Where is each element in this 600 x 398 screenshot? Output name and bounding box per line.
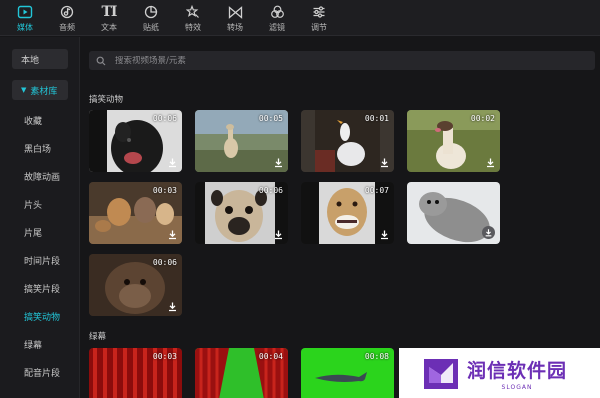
sidebar-item-funny-animals[interactable]: 搞笑动物: [24, 310, 60, 323]
tab-audio[interactable]: 音频: [46, 0, 88, 36]
sidebar-item-time-clips[interactable]: 时间片段: [24, 254, 60, 267]
download-icon[interactable]: [167, 229, 178, 240]
download-icon[interactable]: [485, 157, 496, 168]
download-icon[interactable]: [167, 301, 178, 312]
clip-thumbnail[interactable]: 00:05: [195, 110, 288, 172]
clip-thumbnail[interactable]: 00:01: [301, 110, 394, 172]
tab-transition-label: 转场: [227, 23, 243, 32]
text-icon: TI: [101, 4, 118, 20]
section-title-funny-animals: 搞笑动物: [89, 95, 124, 105]
clip-thumbnail[interactable]: 00:02: [407, 110, 500, 172]
clip-duration: 00:03: [152, 352, 177, 361]
clip-duration: 00:07: [364, 186, 389, 195]
search-input[interactable]: [115, 55, 575, 66]
sidebar-item-voiceover[interactable]: 配音片段: [24, 366, 60, 379]
sidebar-item-intro[interactable]: 片头: [24, 198, 42, 211]
download-icon[interactable]: [273, 157, 284, 168]
adjust-icon: [312, 3, 326, 21]
sidebar-item-favorites[interactable]: 收藏: [24, 114, 42, 127]
logo-icon: [424, 359, 458, 389]
clip-thumbnail[interactable]: 00:06: [89, 110, 182, 172]
download-icon[interactable]: [379, 229, 390, 240]
sticker-icon: [144, 3, 158, 21]
tab-filter-label: 滤镜: [269, 23, 285, 32]
sidebar-library-button[interactable]: ▼ 素材库: [12, 80, 68, 100]
clip-thumbnail[interactable]: 00:03: [89, 348, 182, 398]
clip-duration: 00:02: [470, 114, 495, 123]
tab-transition[interactable]: 转场: [214, 0, 256, 36]
transition-icon: [228, 3, 243, 21]
clip-duration: 00:06: [258, 186, 283, 195]
clip-thumbnail[interactable]: 00:06: [195, 182, 288, 244]
tab-sticker-label: 贴纸: [143, 23, 159, 32]
tab-effects[interactable]: 特效: [172, 0, 214, 36]
sidebar-item-funny-clips[interactable]: 搞笑片段: [24, 282, 60, 295]
tab-adjust-label: 调节: [311, 23, 327, 32]
tab-audio-label: 音频: [59, 23, 75, 32]
clip-duration: 00:05: [258, 114, 283, 123]
download-icon[interactable]: [167, 157, 178, 168]
filter-icon: [270, 3, 285, 21]
tab-text-label: 文本: [101, 23, 117, 32]
sidebar-local-label: 本地: [21, 55, 40, 66]
sidebar-local-button[interactable]: 本地: [12, 49, 68, 69]
tab-text[interactable]: TI 文本: [88, 0, 130, 36]
clip-duration: 00:04: [258, 352, 283, 361]
clip-thumbnail[interactable]: 00:06: [89, 254, 182, 316]
tab-filter[interactable]: 滤镜: [256, 0, 298, 36]
download-icon[interactable]: [379, 157, 390, 168]
search-bar[interactable]: [89, 51, 595, 70]
audio-icon: [60, 3, 74, 21]
clip-thumbnail[interactable]: 00:04: [195, 348, 288, 398]
download-icon[interactable]: [482, 226, 495, 239]
top-toolbar: 媒体 音频 TI 文本 贴纸 特效 转场 滤镜 调节: [0, 0, 600, 36]
clip-duration: 00:08: [364, 352, 389, 361]
watermark: 润信软件园 SLOGAN: [399, 348, 600, 398]
clip-thumbnail[interactable]: [407, 182, 500, 244]
clip-duration: 00:01: [364, 114, 389, 123]
effects-icon: [186, 3, 200, 21]
sidebar-item-glitch[interactable]: 故障动画: [24, 170, 60, 183]
tab-effects-label: 特效: [185, 23, 201, 32]
clip-duration: 00:06: [152, 258, 177, 267]
caret-down-icon: ▼: [21, 86, 27, 94]
tab-media[interactable]: 媒体: [4, 0, 46, 36]
sidebar-item-outro[interactable]: 片尾: [24, 226, 42, 239]
watermark-slogan: SLOGAN: [501, 383, 533, 391]
clip-thumbnail[interactable]: 00:07: [301, 182, 394, 244]
sidebar-library-label: 素材库: [30, 86, 58, 97]
sidebar-item-green-screen[interactable]: 绿幕: [24, 338, 42, 351]
tab-adjust[interactable]: 调节: [298, 0, 340, 36]
sidebar: 本地 ▼ 素材库 收藏 黑白场 故障动画 片头 片尾 时间片段 搞笑片段 搞笑动…: [0, 37, 80, 398]
tab-media-label: 媒体: [17, 23, 33, 32]
sidebar-item-black-white[interactable]: 黑白场: [24, 142, 51, 155]
section-title-green-screen: 绿幕: [89, 332, 107, 342]
clip-thumbnail[interactable]: 00:08: [301, 348, 394, 398]
clip-thumbnail[interactable]: 00:03: [89, 182, 182, 244]
search-icon: [96, 56, 106, 65]
download-icon[interactable]: [273, 229, 284, 240]
tab-sticker[interactable]: 贴纸: [130, 0, 172, 36]
clip-duration: 00:03: [152, 186, 177, 195]
main-panel: 搞笑动物 00:06 00:05 00:01 00:0: [81, 37, 600, 398]
clip-duration: 00:06: [152, 114, 177, 123]
media-icon: [17, 3, 33, 21]
watermark-name: 润信软件园: [467, 359, 568, 382]
